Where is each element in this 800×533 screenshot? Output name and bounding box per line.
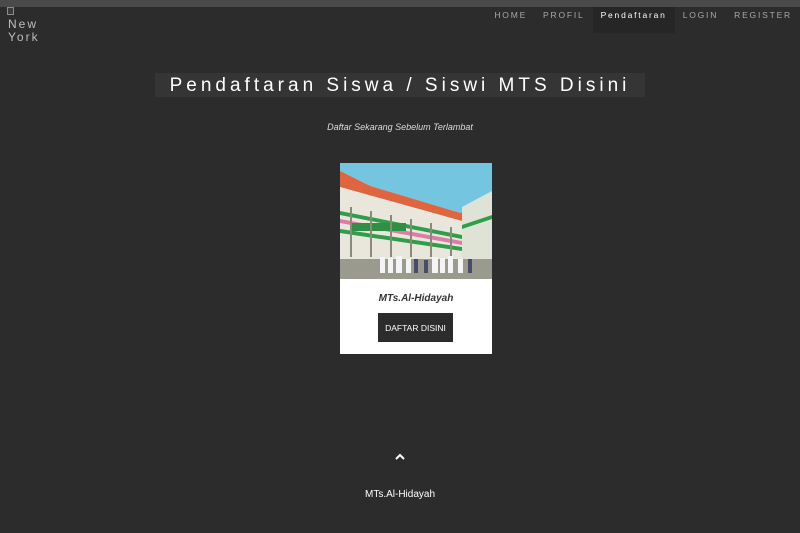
register-here-button[interactable]: DAFTAR DISINI bbox=[378, 313, 453, 342]
top-border bbox=[0, 0, 800, 7]
nav-pendaftaran[interactable]: Pendaftaran bbox=[592, 7, 675, 33]
school-building-photo bbox=[340, 163, 492, 279]
nav-register[interactable]: REGISTER bbox=[726, 7, 800, 33]
chevron-up-icon[interactable] bbox=[394, 452, 406, 462]
page-title: Pendaftaran Siswa / Siswi MTS Disini bbox=[155, 73, 645, 97]
page-subtitle: Daftar Sekarang Sebelum Terlambat bbox=[327, 122, 473, 132]
nav-login[interactable]: LOGIN bbox=[675, 7, 726, 33]
broken-image-icon bbox=[7, 7, 14, 15]
nav-home[interactable]: HOME bbox=[486, 7, 535, 33]
logo-alt-text: New York bbox=[8, 17, 40, 44]
main-nav: HOME PROFIL Pendaftaran LOGIN REGISTER bbox=[486, 7, 800, 33]
footer-text: MTs.Al-Hidayah bbox=[364, 489, 436, 500]
logo[interactable]: New York bbox=[7, 7, 41, 47]
school-card: MTs.Al-Hidayah DAFTAR DISINI bbox=[340, 163, 492, 354]
card-title: MTs.Al-Hidayah bbox=[378, 293, 454, 304]
nav-profil[interactable]: PROFIL bbox=[535, 7, 593, 33]
